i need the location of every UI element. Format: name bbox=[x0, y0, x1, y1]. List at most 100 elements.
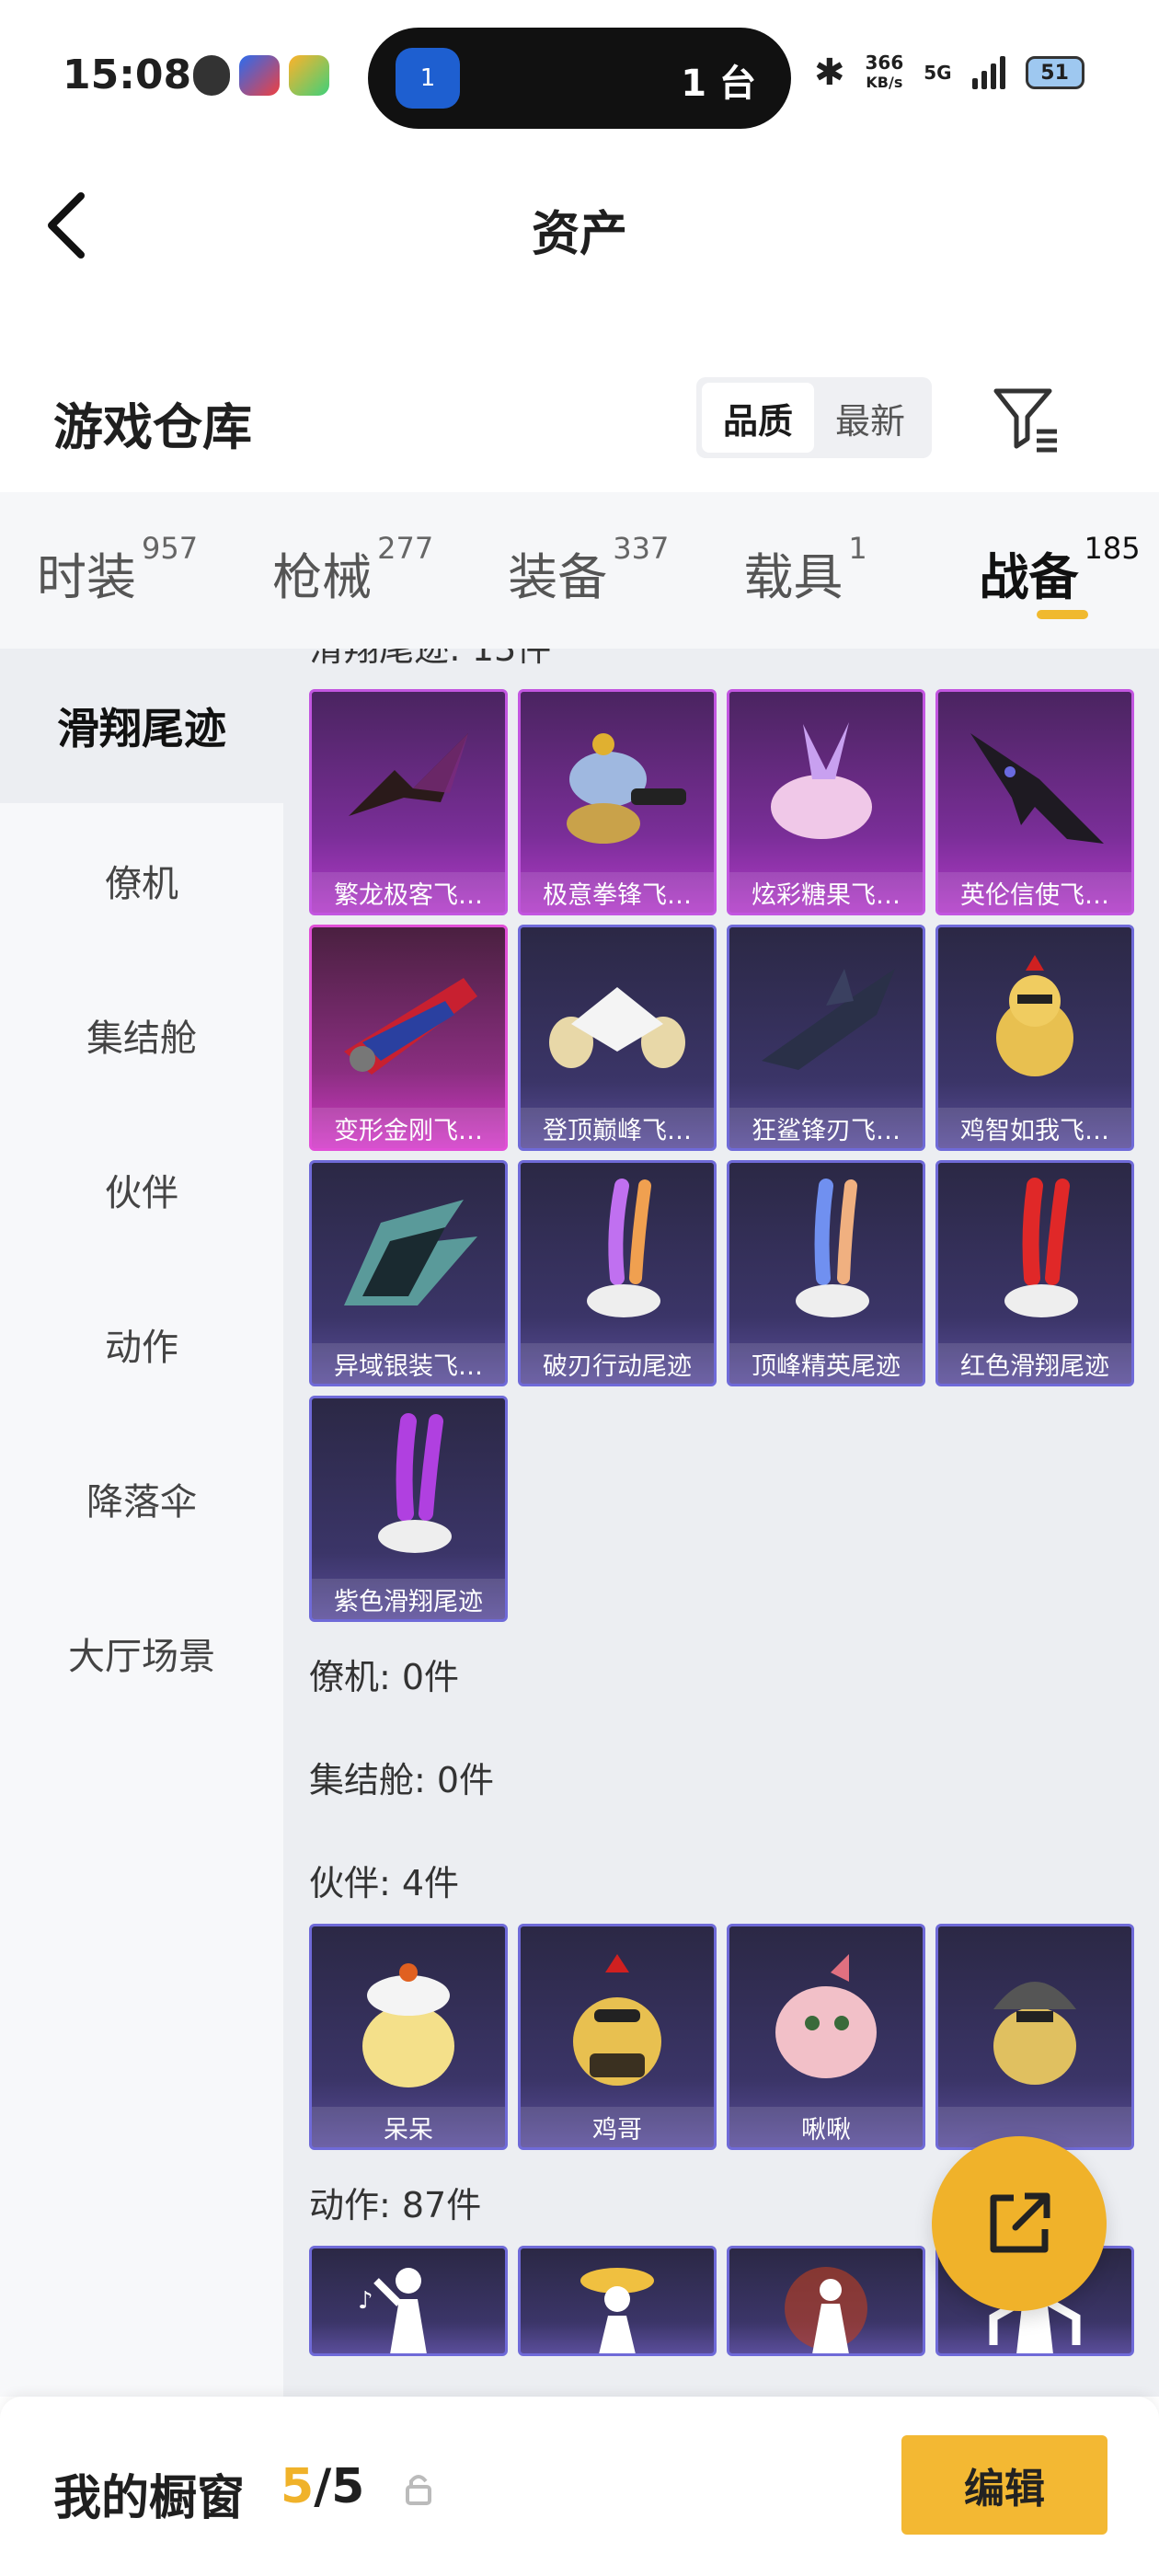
battery-icon: 51 bbox=[1025, 56, 1084, 89]
item-name: 顶峰精英尾迹 bbox=[729, 1343, 923, 1384]
item-name: 破刃行动尾迹 bbox=[521, 1343, 714, 1384]
network-speed-value: 366 bbox=[865, 52, 904, 74]
item-name: 英伦信使飞… bbox=[938, 872, 1131, 913]
raven-glider-icon bbox=[938, 692, 1131, 876]
sidebar: 滑翔尾迹 僚机 集结舱 伙伴 动作 降落伞 大厅场景 bbox=[0, 649, 283, 2397]
item-name: 狂鲨锋刃飞… bbox=[729, 1108, 923, 1148]
lock-icon bbox=[405, 2472, 432, 2509]
category-tabs: 时装 957 枪械 277 装备 337 载具 1 战备 185 bbox=[0, 492, 1159, 649]
tab-weapons[interactable]: 枪械 277 bbox=[272, 492, 508, 649]
sidebar-item-companion[interactable]: 伙伴 bbox=[0, 1112, 283, 1267]
sidebar-item-emote[interactable]: 动作 bbox=[0, 1267, 283, 1421]
item-name: 鸡哥 bbox=[521, 2107, 714, 2147]
status-bar: 15:08 1 1 台 ✱ 366 KB/s 5G 51 bbox=[0, 0, 1159, 156]
status-right: ✱ 366 KB/s 5G 51 bbox=[814, 52, 1084, 94]
nav-bar: 资产 bbox=[0, 156, 1159, 294]
item-name: 紫色滑翔尾迹 bbox=[312, 1579, 505, 1619]
item-card[interactable]: 啾啾 bbox=[727, 1924, 925, 2150]
tab-count: 337 bbox=[613, 531, 670, 566]
item-name: 繁龙极客飞… bbox=[312, 872, 505, 913]
tab-battle-gear[interactable]: 战备 185 bbox=[980, 492, 1159, 649]
red-trail-icon bbox=[938, 1163, 1131, 1347]
item-card[interactable] bbox=[727, 2246, 925, 2356]
tab-label: 装备 bbox=[508, 548, 608, 606]
battery-level: 51 bbox=[1040, 61, 1069, 85]
item-card[interactable] bbox=[935, 1924, 1134, 2150]
warehouse-title: 游戏仓库 bbox=[53, 398, 252, 456]
sidebar-item-capsule[interactable]: 集结舱 bbox=[0, 958, 283, 1112]
item-card[interactable]: 繁龙极客飞… bbox=[309, 689, 508, 915]
island-device-count: 1 台 bbox=[681, 63, 756, 105]
showcase-title: 我的橱窗 bbox=[53, 2471, 246, 2526]
sort-toggle: 品质 最新 bbox=[696, 377, 932, 458]
item-card[interactable]: 异域银装飞… bbox=[309, 1160, 508, 1386]
dynamic-island[interactable]: 1 1 台 bbox=[368, 28, 791, 129]
section-label-capsule: 集结舱: 0件 bbox=[309, 1760, 495, 1800]
item-card[interactable]: 鸡哥 bbox=[518, 1924, 717, 2150]
pod-glider-icon bbox=[521, 927, 714, 1111]
rooster-icon bbox=[521, 1926, 714, 2110]
tab-label: 战备 bbox=[979, 548, 1079, 606]
sidebar-item-glide-trail[interactable]: 滑翔尾迹 bbox=[0, 649, 283, 803]
item-card[interactable]: 破刃行动尾迹 bbox=[518, 1160, 717, 1386]
broadcast-icon: 1 bbox=[396, 48, 460, 109]
tab-count: 185 bbox=[1084, 531, 1141, 566]
item-card[interactable]: 呆呆 bbox=[309, 1924, 508, 2150]
showcase-bar: 我的橱窗 5/5 编辑 bbox=[0, 2397, 1159, 2576]
rainbow-trail-icon bbox=[521, 1163, 714, 1347]
item-card[interactable]: 红色滑翔尾迹 bbox=[935, 1160, 1134, 1386]
status-time: 15:08 bbox=[63, 52, 192, 98]
svg-text:♪: ♪ bbox=[358, 2287, 373, 2315]
item-card[interactable]: 炫彩糖果飞… bbox=[727, 689, 925, 915]
island-badge: 1 bbox=[419, 64, 436, 92]
sidebar-item-lobby-scene[interactable]: 大厅场景 bbox=[0, 1576, 283, 1731]
chick-icon bbox=[312, 1926, 505, 2110]
section-label-companion: 伙伴: 4件 bbox=[309, 1863, 460, 1903]
share-icon bbox=[990, 2192, 1050, 2253]
item-card[interactable]: ♪ bbox=[309, 2246, 508, 2356]
tab-count: 277 bbox=[377, 531, 434, 566]
candy-glider-icon bbox=[729, 692, 923, 876]
item-card[interactable]: 极意拳锋飞… bbox=[518, 689, 717, 915]
section-label-glide: 滑翔尾迹: 13件 bbox=[309, 649, 552, 669]
item-card[interactable]: 鸡智如我飞… bbox=[935, 925, 1134, 1151]
item-list[interactable]: 滑翔尾迹: 13件 繁龙极客飞… 极意拳锋飞… 炫彩糖果飞… 英伦信使飞… 变形… bbox=[283, 649, 1159, 2397]
item-card[interactable]: 顶峰精英尾迹 bbox=[727, 1160, 925, 1386]
network-speed: 366 KB/s bbox=[866, 52, 904, 93]
item-name: 鸡智如我飞… bbox=[938, 1108, 1131, 1148]
item-card[interactable]: 变形金刚飞… bbox=[309, 925, 508, 1151]
bird-icon bbox=[729, 1926, 923, 2110]
filter-button[interactable] bbox=[989, 382, 1062, 455]
bluetooth-icon: ✱ bbox=[814, 52, 845, 94]
cheer-emote-icon bbox=[521, 2248, 714, 2353]
wing-glider-icon bbox=[312, 1163, 505, 1347]
item-card[interactable] bbox=[518, 2246, 717, 2356]
warehouse-header: 游戏仓库 品质 最新 bbox=[0, 350, 1159, 488]
share-button[interactable] bbox=[932, 2136, 1107, 2311]
edit-button[interactable]: 编辑 bbox=[901, 2435, 1107, 2535]
item-name: 变形金刚飞… bbox=[312, 1108, 505, 1148]
item-card[interactable]: 紫色滑翔尾迹 bbox=[309, 1396, 508, 1622]
item-card[interactable]: 登顶巅峰飞… bbox=[518, 925, 717, 1151]
tab-label: 载具 bbox=[743, 548, 843, 606]
app-notification-icon bbox=[239, 55, 280, 96]
network-speed-unit: KB/s bbox=[866, 74, 903, 91]
sort-quality[interactable]: 品质 bbox=[702, 383, 814, 453]
item-name: 红色滑翔尾迹 bbox=[938, 1343, 1131, 1384]
item-card[interactable]: 英伦信使飞… bbox=[935, 689, 1134, 915]
item-card[interactable]: 狂鲨锋刃飞… bbox=[727, 925, 925, 1151]
item-name: 啾啾 bbox=[729, 2107, 923, 2147]
video-app-icon bbox=[289, 55, 329, 96]
filter-icon bbox=[993, 388, 1057, 453]
showcase-count-current: 5 bbox=[281, 2459, 315, 2514]
tab-equipment[interactable]: 装备 337 bbox=[508, 492, 743, 649]
sidebar-item-parachute[interactable]: 降落伞 bbox=[0, 1421, 283, 1576]
sidebar-item-wingman[interactable]: 僚机 bbox=[0, 803, 283, 958]
shark-glider-icon bbox=[729, 927, 923, 1111]
sort-newest[interactable]: 最新 bbox=[814, 383, 926, 453]
tab-vehicles[interactable]: 载具 1 bbox=[743, 492, 979, 649]
tab-label: 枪械 bbox=[272, 548, 373, 606]
glide-grid: 繁龙极客飞… 极意拳锋飞… 炫彩糖果飞… 英伦信使飞… 变形金刚飞… 登顶巅峰飞… bbox=[309, 689, 1159, 1622]
signal-icon bbox=[971, 56, 1005, 89]
tab-fashion[interactable]: 时装 957 bbox=[37, 492, 272, 649]
